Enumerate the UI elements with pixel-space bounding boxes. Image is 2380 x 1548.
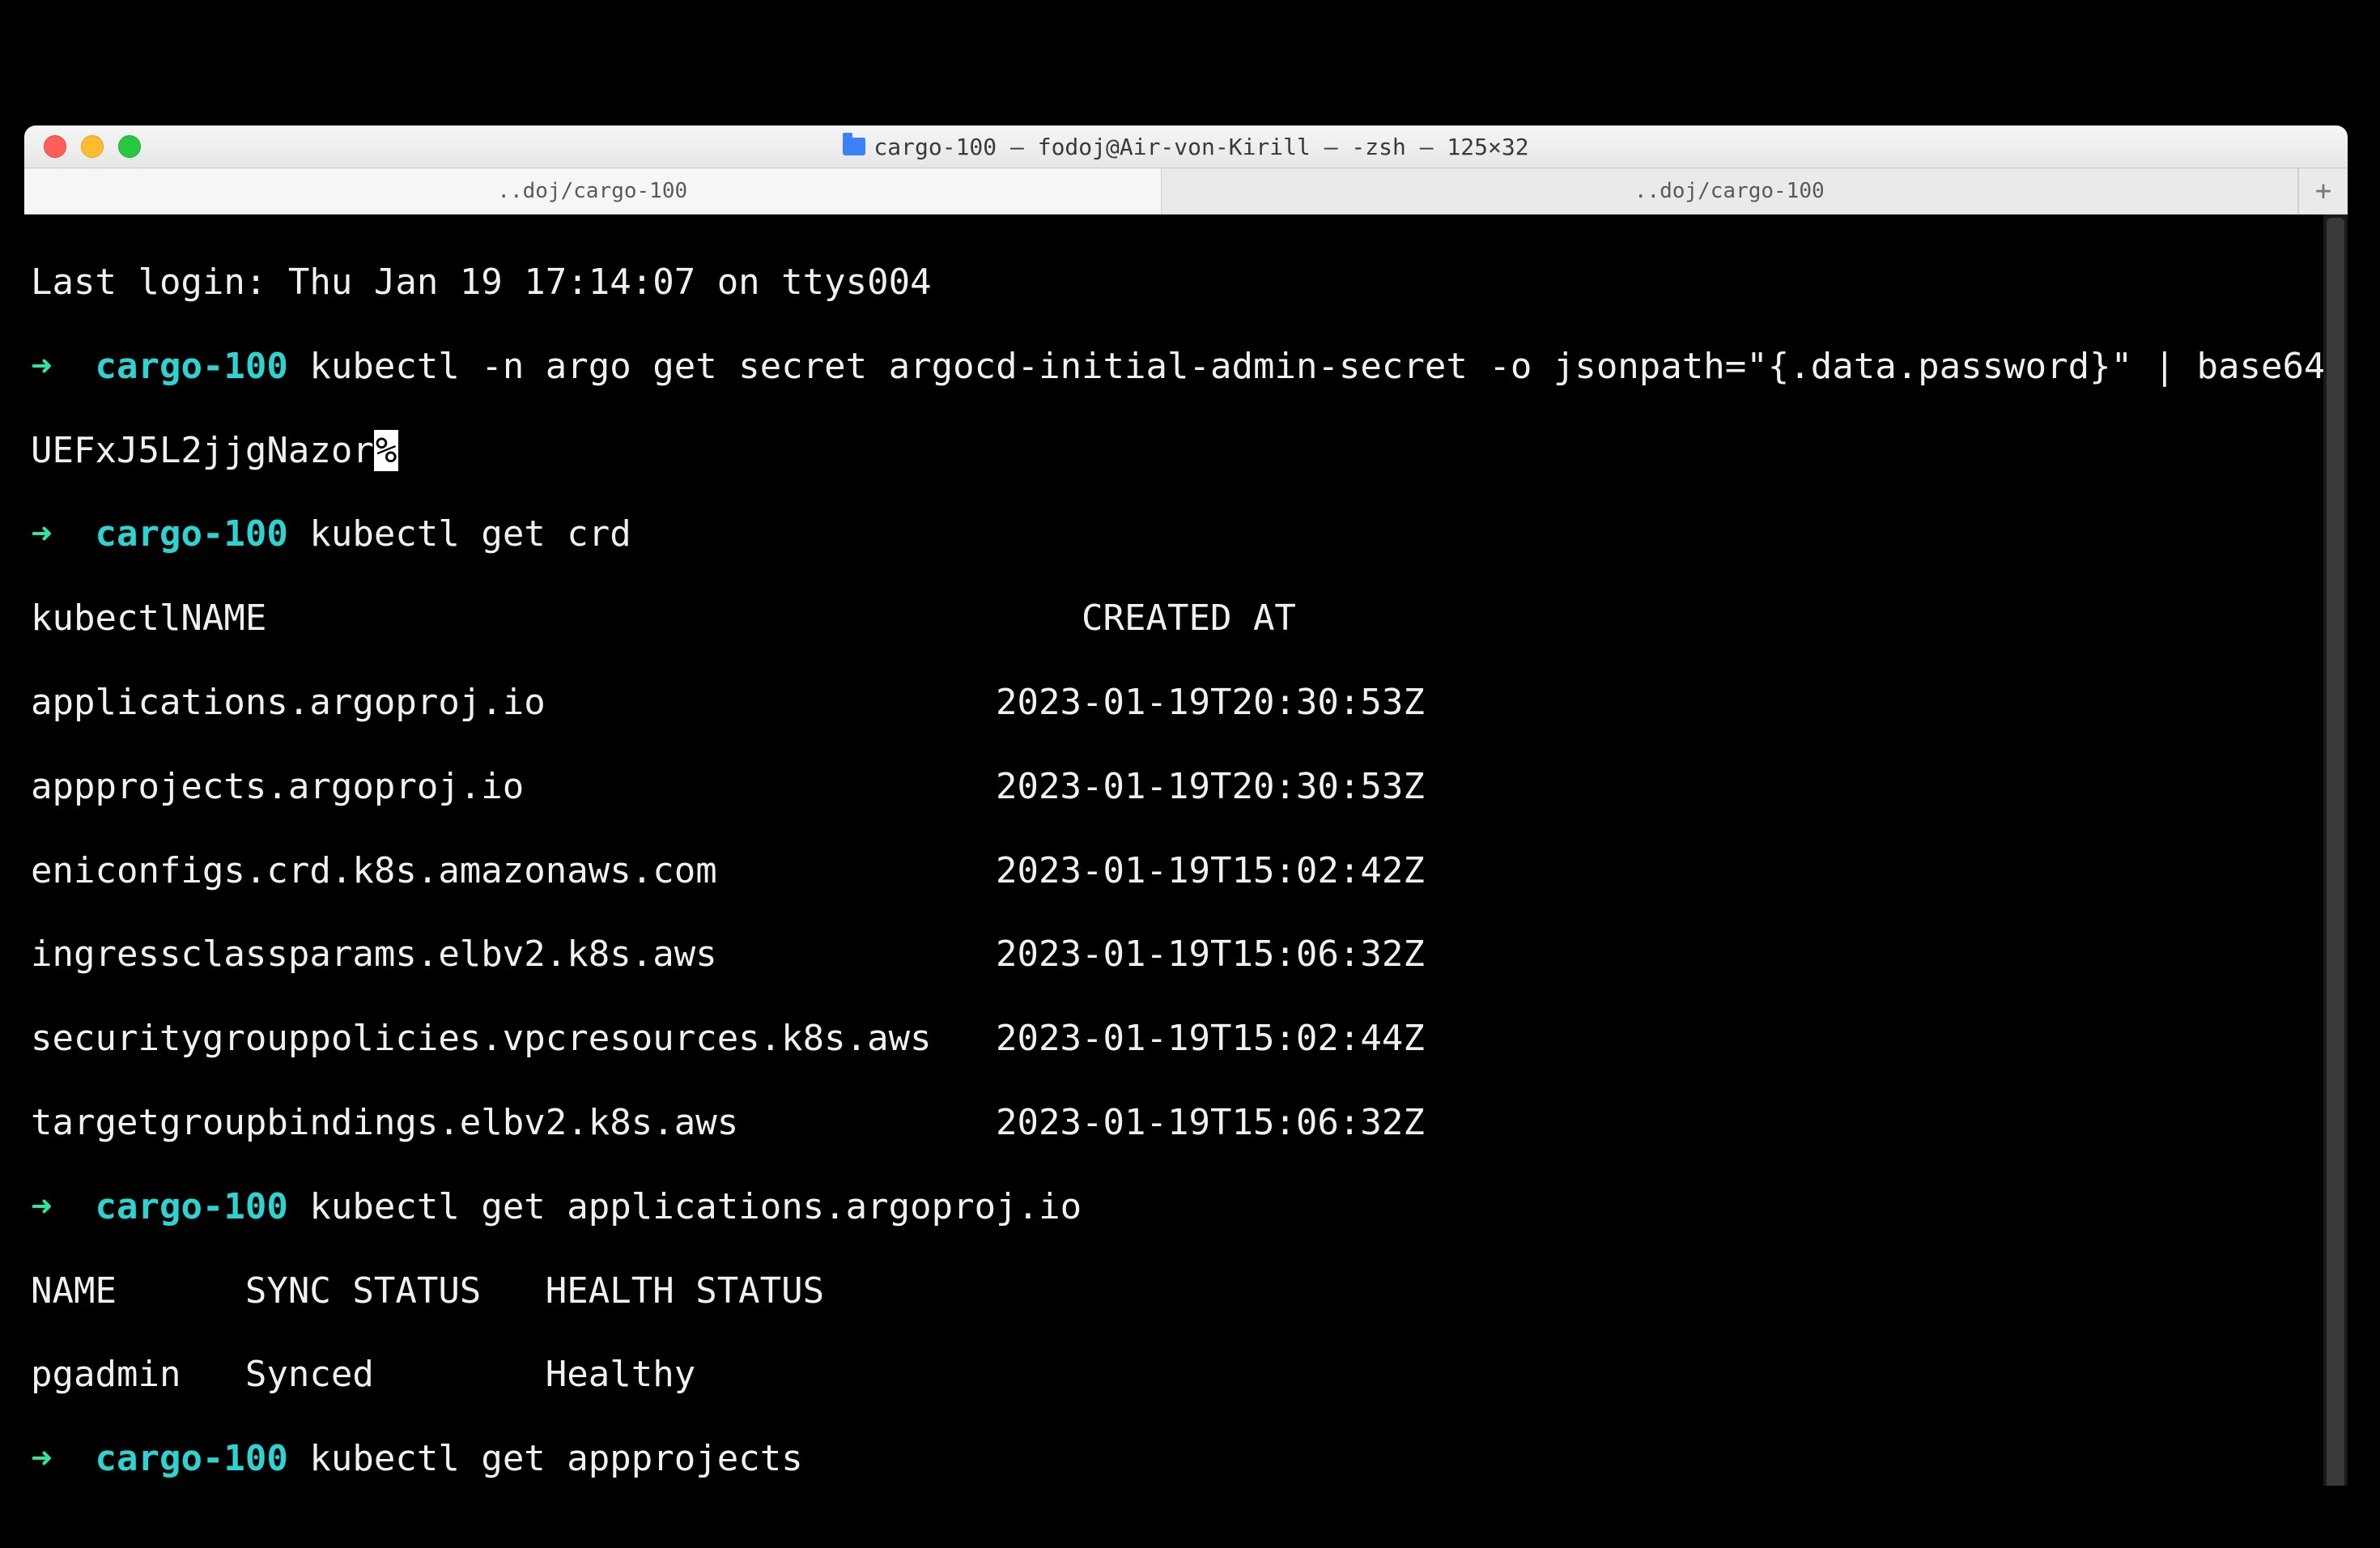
crd-header: kubectlNAME CREATED AT: [31, 598, 2341, 640]
command-3: kubectl get applications.argoproj.io: [309, 1186, 1082, 1227]
prompt-arrow-icon: ➜: [31, 513, 53, 555]
output-1-text: UEFxJ5L2jjgNazor: [31, 430, 374, 471]
apps-row: pgadmin Synced Healthy: [31, 1354, 2341, 1396]
desktop-background: cargo-100 — fodoj@Air-von-Kirill — -zsh …: [0, 0, 2380, 1548]
terminal-tab-2[interactable]: ..doj/cargo-100: [1162, 168, 2299, 214]
apps-header: NAME SYNC STATUS HEALTH STATUS: [31, 1270, 2341, 1312]
prompt-dir: cargo-100: [95, 1438, 287, 1479]
crd-row: securitygrouppolicies.vpcresources.k8s.a…: [31, 1018, 2341, 1060]
tab-bar: ..doj/cargo-100 ..doj/cargo-100 +: [24, 168, 2348, 215]
crd-row: applications.argoproj.io 2023-01-19T20:3…: [31, 682, 2341, 724]
terminal-body[interactable]: Last login: Thu Jan 19 17:14:07 on ttys0…: [24, 215, 2348, 1486]
terminal-window: cargo-100 — fodoj@Air-von-Kirill — -zsh …: [24, 125, 2348, 1486]
command-4: kubectl get appprojects: [309, 1438, 802, 1479]
command-1: kubectl -n argo get secret argocd-initia…: [309, 346, 2348, 387]
prompt-dir: cargo-100: [95, 513, 287, 555]
close-window-button[interactable]: [44, 135, 66, 158]
plus-icon: +: [2315, 175, 2331, 207]
prompt-arrow-icon: ➜: [31, 346, 53, 387]
prompt-line-2: ➜ cargo-100 kubectl get crd: [31, 513, 2341, 555]
scrollbar-track[interactable]: [2323, 215, 2348, 1486]
prompt-dir: cargo-100: [95, 1186, 287, 1227]
window-title: cargo-100 — fodoj@Air-von-Kirill — -zsh …: [24, 134, 2348, 160]
crd-row: eniconfigs.crd.k8s.amazonaws.com 2023-01…: [31, 850, 2341, 892]
window-title-text: cargo-100 — fodoj@Air-von-Kirill — -zsh …: [873, 134, 1528, 160]
fullscreen-window-button[interactable]: [118, 135, 141, 158]
tab-label: ..doj/cargo-100: [1634, 179, 1825, 203]
traffic-lights: [24, 135, 141, 158]
prompt-line-1: ➜ cargo-100 kubectl -n argo get secret a…: [31, 346, 2341, 388]
window-titlebar[interactable]: cargo-100 — fodoj@Air-von-Kirill — -zsh …: [24, 125, 2348, 168]
prompt-line-4: ➜ cargo-100 kubectl get appprojects: [31, 1438, 2341, 1480]
new-tab-button[interactable]: +: [2298, 168, 2348, 214]
folder-icon: [843, 138, 865, 155]
percent-marker: %: [374, 430, 399, 471]
crd-row: ingressclassparams.elbv2.k8s.aws 2023-01…: [31, 933, 2341, 976]
prompt-line-3: ➜ cargo-100 kubectl get applications.arg…: [31, 1186, 2341, 1228]
output-1: UEFxJ5L2jjgNazor%: [31, 430, 2341, 472]
scrollbar-thumb[interactable]: [2327, 218, 2344, 1486]
prompt-arrow-icon: ➜: [31, 1438, 53, 1479]
prompt-arrow-icon: ➜: [31, 1186, 53, 1227]
command-2: kubectl get crd: [309, 513, 631, 555]
tab-label: ..doj/cargo-100: [497, 179, 687, 203]
last-login-line: Last login: Thu Jan 19 17:14:07 on ttys0…: [31, 262, 2341, 304]
crd-row: appprojects.argoproj.io 2023-01-19T20:30…: [31, 766, 2341, 808]
terminal-tab-1[interactable]: ..doj/cargo-100: [24, 168, 1162, 214]
crd-row: targetgroupbindings.elbv2.k8s.aws 2023-0…: [31, 1102, 2341, 1144]
prompt-dir: cargo-100: [95, 346, 287, 387]
minimize-window-button[interactable]: [81, 135, 104, 158]
